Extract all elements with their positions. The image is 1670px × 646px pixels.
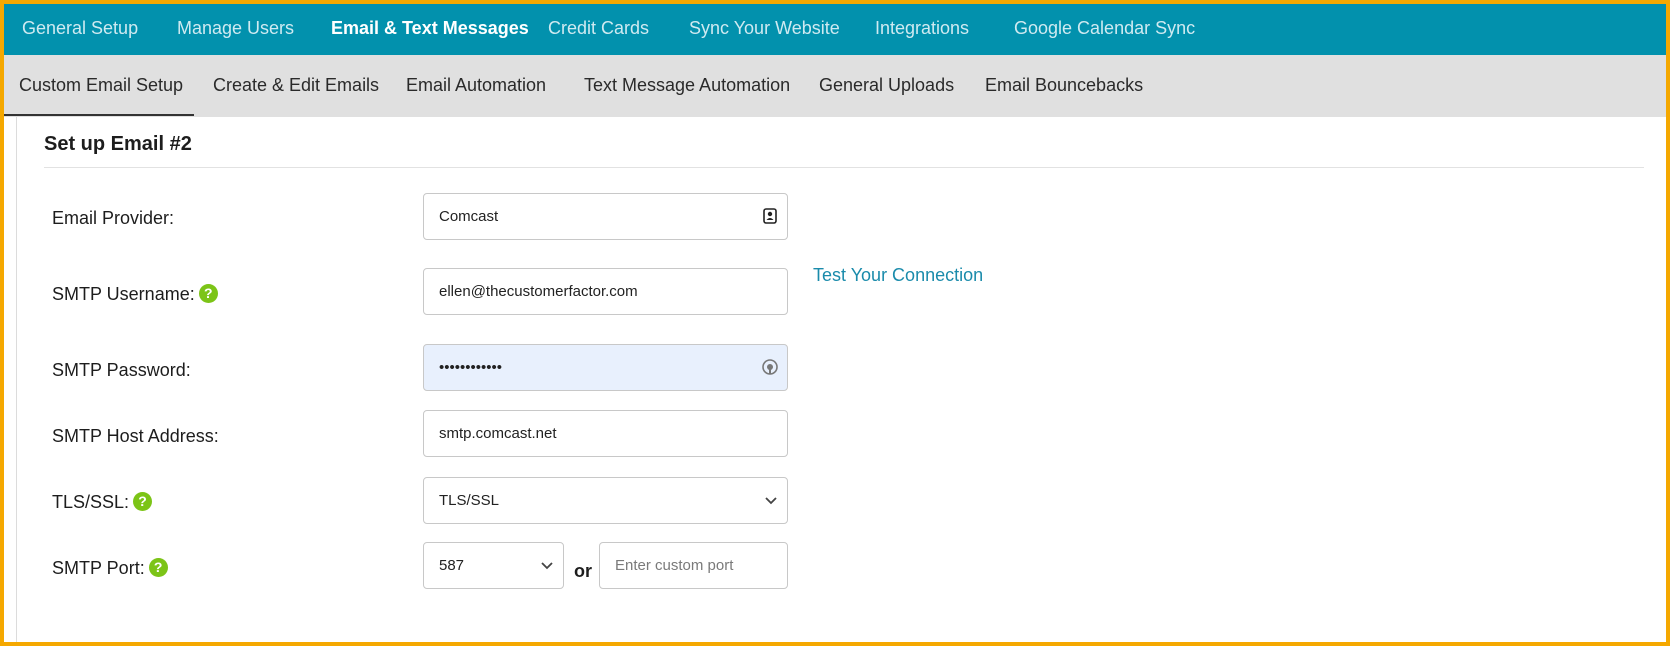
tls-ssl-select[interactable]: TLS/SSL: [423, 477, 788, 524]
smtp-host-label: SMTP Host Address:: [52, 426, 219, 446]
help-icon[interactable]: ?: [133, 492, 153, 511]
app-window: General Setup Manage Users Email & Text …: [0, 0, 1670, 646]
smtp-host-input[interactable]: smtp.comcast.net: [423, 410, 788, 457]
tls-ssl-selected-value: TLS/SSL: [439, 492, 500, 509]
tls-ssl-label: TLS/SSL:?: [52, 492, 153, 513]
smtp-username-input[interactable]: ellen@thecustomerfactor.com: [423, 268, 788, 315]
main-content: Set up Email #2 Email Provider: Comcast …: [4, 117, 1666, 642]
subtab-create-edit-emails[interactable]: Create & Edit Emails: [213, 55, 379, 117]
tab-integrations[interactable]: Integrations: [875, 4, 969, 55]
section-title: Set up Email #2: [44, 133, 192, 155]
tab-email-text-messages[interactable]: Email & Text Messages: [331, 4, 529, 55]
or-label: or: [574, 561, 592, 581]
divider: [44, 167, 1644, 168]
tab-google-calendar-sync[interactable]: Google Calendar Sync: [1014, 4, 1195, 55]
smtp-username-label: SMTP Username:?: [52, 284, 218, 305]
subtab-custom-email-setup[interactable]: Custom Email Setup: [19, 55, 183, 117]
tab-credit-cards[interactable]: Credit Cards: [548, 4, 649, 55]
smtp-port-select[interactable]: 587: [423, 542, 564, 589]
top-nav: General Setup Manage Users Email & Text …: [4, 4, 1666, 55]
password-manager-icon[interactable]: [761, 358, 779, 376]
sub-nav: Custom Email Setup Create & Edit Emails …: [4, 55, 1666, 117]
custom-port-input[interactable]: Enter custom port: [599, 542, 788, 589]
tab-manage-users[interactable]: Manage Users: [177, 4, 294, 55]
email-provider-value: Comcast: [439, 208, 499, 225]
test-connection-link[interactable]: Test Your Connection: [813, 265, 983, 286]
panel-border: [16, 117, 17, 642]
subtab-email-bouncebacks[interactable]: Email Bouncebacks: [985, 55, 1143, 117]
smtp-password-input[interactable]: ••••••••••••: [423, 344, 788, 391]
chevron-down-icon: [765, 497, 777, 505]
smtp-port-label: SMTP Port:?: [52, 558, 168, 579]
help-icon[interactable]: ?: [198, 284, 218, 303]
subtab-text-message-automation[interactable]: Text Message Automation: [584, 55, 790, 117]
custom-port-placeholder: Enter custom port: [615, 557, 734, 574]
subtab-email-automation[interactable]: Email Automation: [406, 55, 546, 117]
active-subtab-indicator: [4, 114, 194, 116]
smtp-port-selected-value: 587: [439, 557, 465, 574]
subtab-general-uploads[interactable]: General Uploads: [819, 55, 954, 117]
chevron-down-icon: [541, 562, 553, 570]
smtp-password-value: ••••••••••••: [439, 359, 503, 376]
tab-general-setup[interactable]: General Setup: [22, 4, 138, 55]
smtp-username-value: ellen@thecustomerfactor.com: [439, 283, 638, 300]
email-provider-label: Email Provider:: [52, 208, 175, 228]
smtp-password-label: SMTP Password:: [52, 360, 191, 380]
tab-sync-your-website[interactable]: Sync Your Website: [689, 4, 840, 55]
help-icon[interactable]: ?: [148, 558, 168, 577]
contact-card-icon[interactable]: [761, 207, 779, 225]
email-provider-field[interactable]: Comcast: [423, 193, 788, 240]
smtp-host-value: smtp.comcast.net: [439, 425, 557, 442]
